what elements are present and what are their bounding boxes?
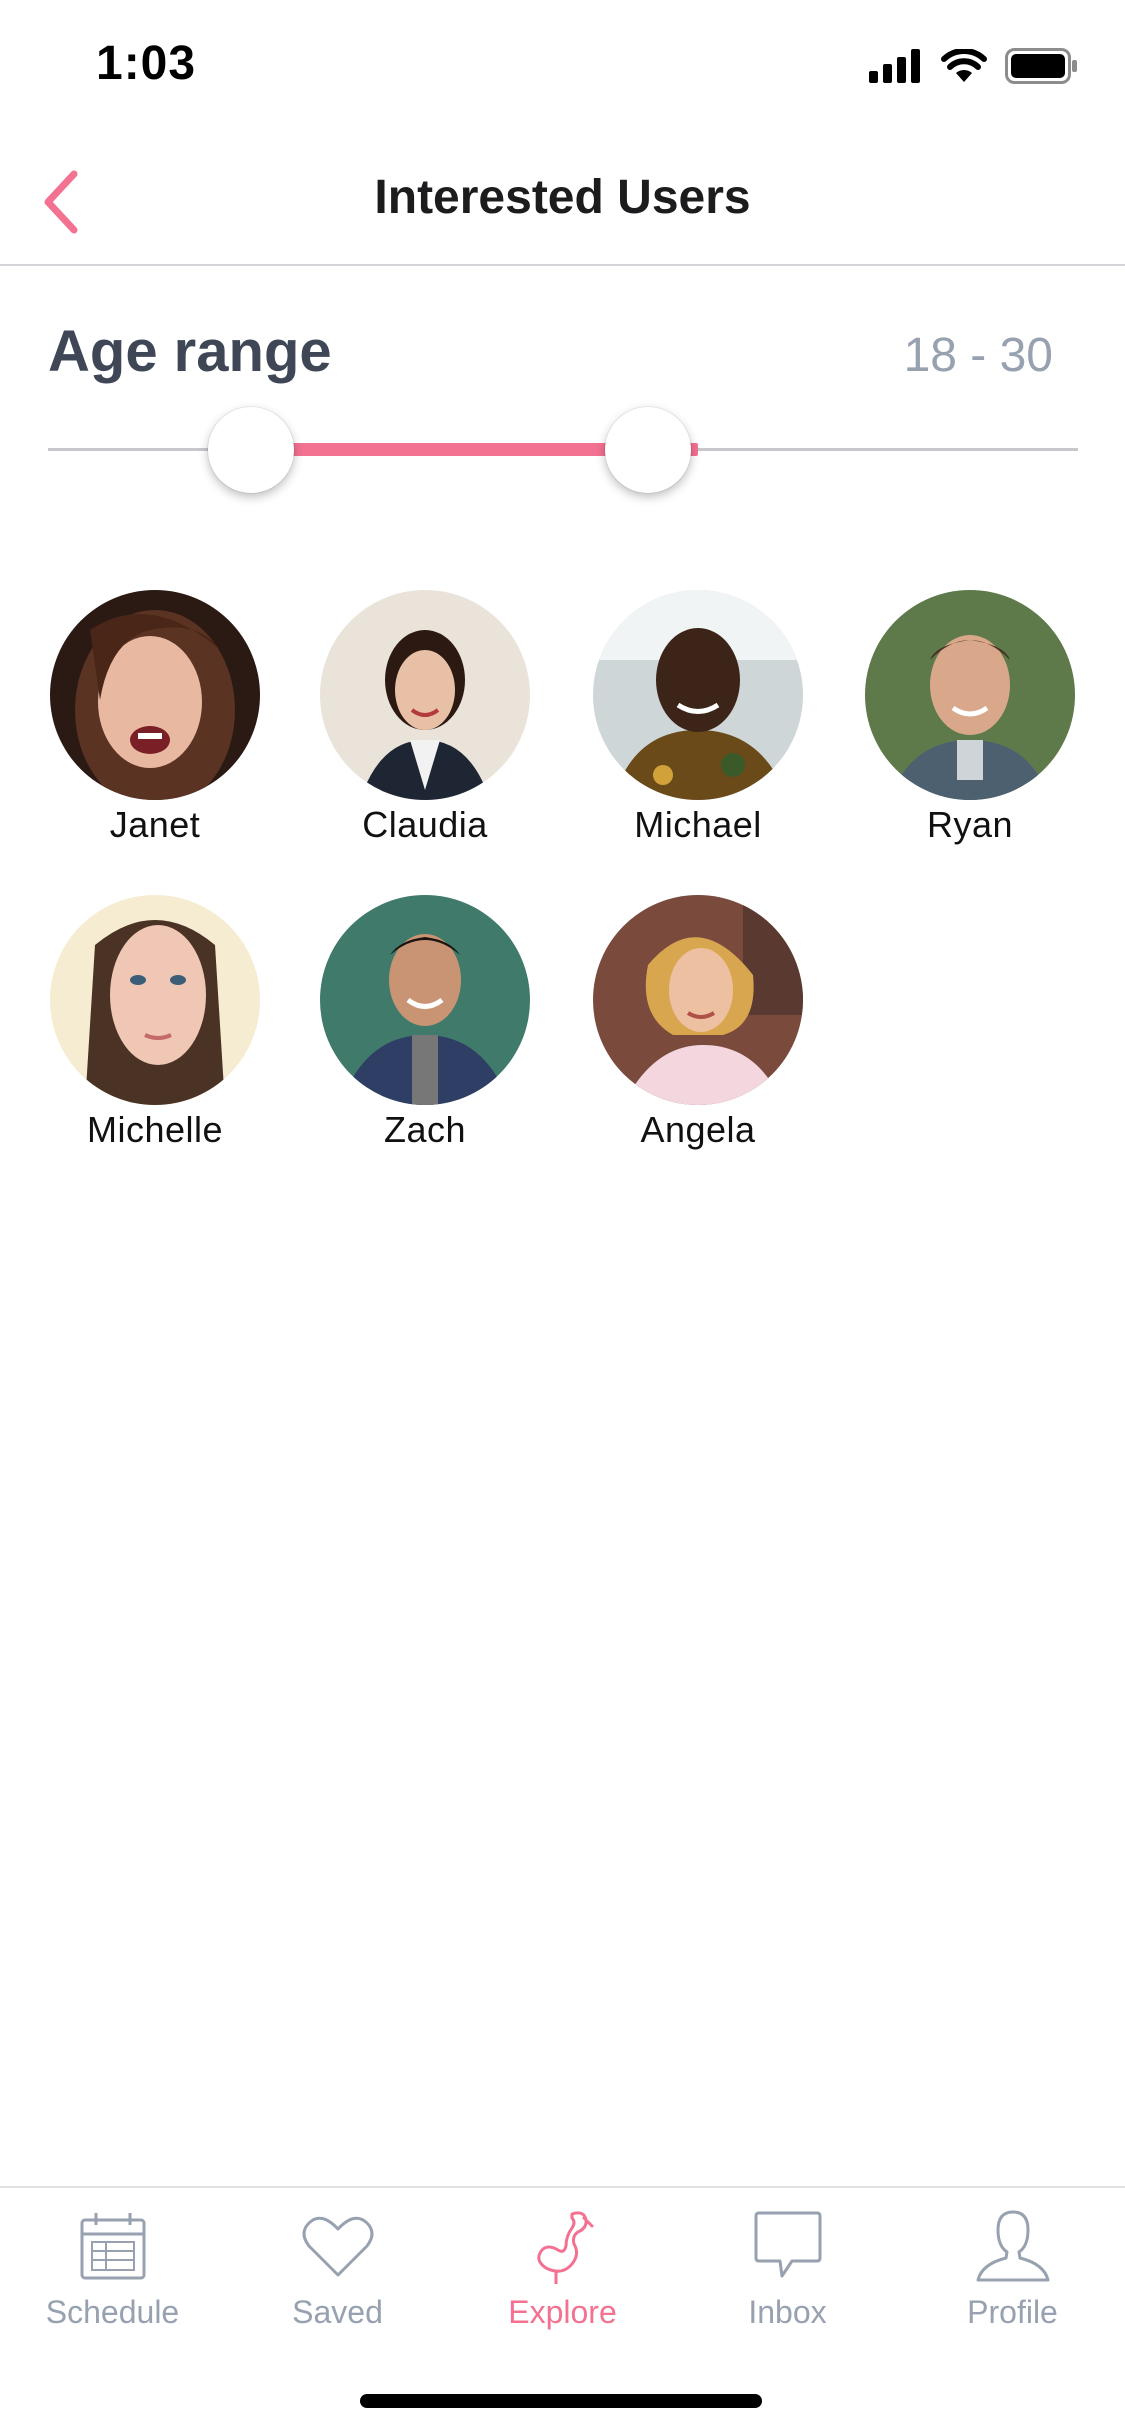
person-icon — [976, 2210, 1049, 2282]
tab-label: Inbox — [748, 2294, 827, 2330]
user-card-michelle[interactable]: Michelle — [35, 895, 275, 1151]
flamingo-icon — [536, 2211, 593, 2284]
slider-min-handle[interactable] — [208, 407, 294, 493]
avatar — [593, 590, 803, 800]
tab-label: Saved — [292, 2294, 383, 2330]
calendar-icon — [80, 2213, 145, 2280]
age-range-label: Age range — [48, 319, 332, 384]
interested-users-screen: 1:03 Interested Users Age range 18 - 30 … — [0, 0, 1125, 2436]
home-indicator[interactable] — [360, 2394, 762, 2408]
avatar — [50, 590, 260, 800]
user-card-zach[interactable]: Zach — [305, 895, 545, 1151]
avatar — [865, 590, 1075, 800]
avatar — [593, 895, 803, 1105]
status-time: 1:03 — [96, 37, 197, 90]
user-name: Michelle — [86, 1109, 224, 1150]
avatar — [320, 590, 530, 800]
tab-label: Schedule — [45, 2294, 180, 2330]
user-card-claudia[interactable]: Claudia — [305, 590, 545, 846]
age-range-slider[interactable] — [48, 400, 1078, 500]
cellular-signal-icon — [869, 49, 920, 83]
tab-inbox[interactable]: Inbox — [675, 2204, 900, 2344]
user-card-michael[interactable]: Michael — [578, 590, 818, 846]
avatar — [50, 895, 260, 1105]
wifi-icon — [941, 49, 987, 82]
status-bar: 1:03 — [0, 0, 1125, 132]
tab-explore[interactable]: Explore — [450, 2204, 675, 2344]
user-name: Zach — [383, 1109, 467, 1150]
user-name: Claudia — [362, 804, 488, 845]
tab-label: Profile — [967, 2294, 1058, 2330]
avatar — [320, 895, 530, 1105]
user-name: Janet — [109, 804, 201, 845]
user-card-ryan[interactable]: Ryan — [850, 590, 1090, 846]
user-name: Michael — [634, 804, 762, 845]
page-title: Interested Users — [374, 171, 751, 224]
tab-schedule[interactable]: Schedule — [0, 2204, 225, 2344]
tab-profile[interactable]: Profile — [900, 2204, 1125, 2344]
tab-label: Explore — [508, 2294, 617, 2330]
user-name: Angela — [640, 1109, 756, 1150]
heart-icon — [302, 2216, 373, 2277]
status-icons — [869, 48, 1079, 84]
navigation-bar: Interested Users — [0, 132, 1125, 266]
user-card-angela[interactable]: Angela — [578, 895, 818, 1151]
user-name: Ryan — [926, 804, 1014, 845]
chat-bubble-icon — [754, 2211, 821, 2278]
battery-icon — [1005, 48, 1077, 84]
user-card-janet[interactable]: Janet — [35, 590, 275, 846]
tab-saved[interactable]: Saved — [225, 2204, 450, 2344]
age-range-value: 18 - 30 — [903, 329, 1053, 382]
slider-max-handle[interactable] — [605, 407, 691, 493]
